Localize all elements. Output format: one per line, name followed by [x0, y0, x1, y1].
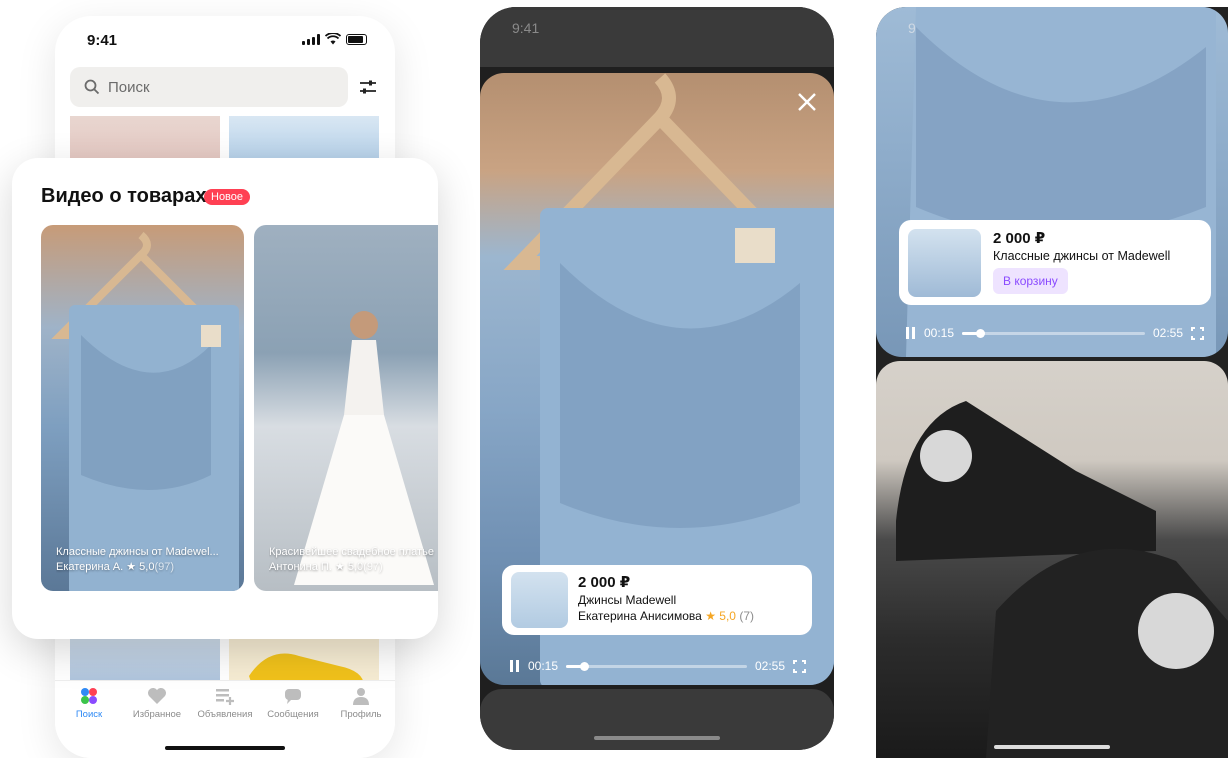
product-card[interactable]: 2 000 ₽ Джинсы Madewell Екатерина Анисим… — [502, 565, 812, 635]
battery-icon — [346, 33, 367, 45]
search-placeholder: Поиск — [108, 78, 150, 96]
video-review-count: (97) — [154, 561, 175, 573]
heart-icon — [148, 688, 166, 704]
current-time: 00:15 — [924, 326, 955, 340]
total-time: 02:55 — [1152, 326, 1183, 340]
jeans-image — [51, 231, 239, 591]
home-indicator — [594, 736, 720, 740]
product-card[interactable]: 2 000 ₽ Классные джинсы от Madewell В ко… — [899, 220, 1211, 305]
tab-search[interactable]: Поиск — [59, 687, 119, 758]
video-title: Красивейшее свадебное платье — [269, 546, 434, 558]
next-video-preview[interactable] — [876, 361, 1228, 758]
video-rating: ★ 5,0 — [334, 561, 364, 573]
wedding-dress-image — [294, 311, 434, 585]
add-listing-icon — [216, 689, 234, 705]
signal-icon — [302, 33, 320, 45]
video-author: Екатерина А. — [56, 561, 124, 573]
filter-icon[interactable] — [359, 78, 377, 96]
video-caption: Классные джинсы от Madewel... Екатерина … — [56, 545, 234, 575]
tab-label: Профиль — [340, 709, 382, 720]
video-player[interactable]: 9:41 2 000 ₽ Классные джинсы от Madewell… — [876, 7, 1228, 357]
video-products-card: Видео о товарах Новое Классные джинсы от… — [12, 158, 438, 639]
sneakers-image — [896, 401, 1228, 758]
status-time: 9:41 — [87, 32, 118, 49]
profile-icon — [353, 688, 369, 705]
video-title: Классные джинсы от Madewel... — [56, 546, 219, 558]
playback-controls: 00:15 02:55 — [510, 658, 806, 674]
total-time: 02:55 — [754, 659, 785, 673]
progress-bar[interactable] — [962, 328, 1145, 338]
wifi-icon — [325, 33, 341, 45]
add-to-cart-button[interactable]: В корзину — [993, 268, 1068, 294]
product-name: Классные джинсы от Madewell — [993, 249, 1171, 263]
progress-knob[interactable] — [976, 328, 986, 338]
seller-name: Екатерина Анисимова — [578, 609, 702, 623]
new-badge: Новое — [204, 189, 251, 205]
video-preview[interactable]: Классные джинсы от Madewel... Екатерина … — [41, 225, 244, 591]
video-player[interactable]: 2 000 ₽ Джинсы Madewell Екатерина Анисим… — [480, 73, 834, 685]
product-thumbnail — [511, 572, 568, 628]
product-price: 2 000 ₽ — [578, 574, 631, 591]
tab-label: Поиск — [75, 709, 103, 720]
phone-video-player-screen: 9:41 2 000 ₽ Джинсы Madewell Екатерина А… — [480, 7, 834, 750]
seller-rating: ★ 5,0 — [705, 609, 736, 623]
search-input[interactable]: Поиск — [70, 67, 348, 107]
product-name: Джинсы Madewell — [578, 593, 677, 607]
progress-knob[interactable] — [580, 661, 590, 671]
product-thumbnail — [908, 229, 981, 297]
close-icon[interactable] — [796, 91, 818, 113]
video-author: Антонина П. — [269, 561, 332, 573]
status-icons — [302, 33, 367, 45]
tab-label: Избранное — [132, 709, 182, 720]
previous-video-peek[interactable]: 9:41 — [480, 7, 834, 67]
seller-review-count: (7) — [739, 609, 754, 623]
status-time: 9:41 — [512, 20, 540, 36]
pause-icon[interactable] — [906, 327, 916, 339]
video-rating: ★ 5,0 — [126, 561, 155, 573]
fullscreen-icon[interactable] — [1191, 326, 1204, 340]
chat-icon — [285, 689, 301, 704]
search-home-icon — [81, 688, 97, 704]
card-title: Видео о товарах — [41, 185, 207, 207]
progress-bar[interactable] — [566, 661, 747, 671]
tab-label: Объявления — [197, 709, 253, 720]
tab-label: Сообщения — [267, 709, 319, 720]
current-time: 00:15 — [528, 659, 559, 673]
search-icon — [84, 79, 100, 95]
home-indicator — [165, 746, 285, 750]
video-preview[interactable]: Красивейшее свадебное платье Антонина П.… — [254, 225, 438, 591]
tab-profile[interactable]: Профиль — [331, 687, 391, 758]
pause-icon[interactable] — [510, 660, 520, 672]
playback-controls: 00:15 02:55 — [906, 325, 1204, 341]
video-review-count: (97) — [363, 561, 383, 573]
status-bar: 9:41 — [55, 16, 395, 64]
fullscreen-icon[interactable] — [793, 659, 806, 673]
seller-info: Екатерина Анисимова ★ 5,0 (7) — [578, 609, 754, 623]
product-price: 2 000 ₽ — [993, 230, 1046, 247]
video-caption: Красивейшее свадебное платье Антонина П.… — [269, 545, 438, 575]
home-indicator — [994, 745, 1110, 749]
next-video-peek[interactable] — [480, 689, 834, 750]
phone-video-feed-screen: 9:41 2 000 ₽ Классные джинсы от Madewell… — [876, 7, 1228, 758]
